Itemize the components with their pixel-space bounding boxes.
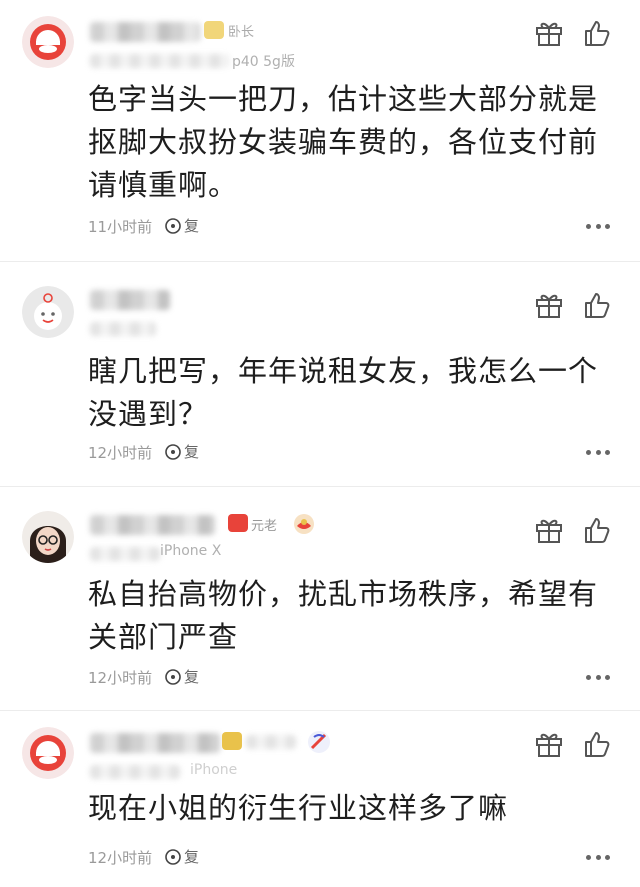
reply-icon: [165, 217, 181, 234]
username-blurred-tail: [246, 735, 296, 749]
comment-time: 12小时前: [88, 444, 153, 462]
reply-button[interactable]: 复: [164, 441, 199, 462]
user-badge: 卧长: [228, 25, 255, 40]
username-blurred: [90, 515, 215, 535]
gift-icon[interactable]: [534, 729, 564, 759]
device-blurred: [90, 547, 160, 561]
comment-text: 色字当头一把刀，估计这些大部分就是抠脚大叔扮女装骗车费的，各位支付前请慎重啊。: [88, 82, 599, 202]
like-icon[interactable]: [582, 515, 612, 545]
like-icon[interactable]: [582, 729, 612, 759]
like-icon[interactable]: [582, 18, 612, 48]
comment-item: 卧长 p40 5g版 色字当头一把刀，估计这些大部分就是抠脚大叔扮女装骗车费的，…: [0, 0, 640, 262]
comment-time: 11小时前: [88, 218, 153, 236]
avatar[interactable]: [22, 16, 74, 68]
reply-icon: [165, 848, 181, 865]
reply-icon: [165, 443, 181, 460]
reply-button[interactable]: 复: [164, 215, 199, 236]
badge-icon: [222, 732, 242, 750]
comment-time: 12小时前: [88, 849, 153, 867]
comment-item: 元老 iPhone X 私自抬高物价，扰乱市场秩序，希望有关部门严查 12小时前…: [0, 487, 640, 711]
more-icon[interactable]: [586, 674, 610, 680]
badge-icon: [204, 21, 224, 39]
device-blurred: [90, 765, 180, 779]
badge-icon: [228, 514, 248, 532]
comment-time: 12小时前: [88, 669, 153, 687]
rank-icon: [294, 514, 314, 534]
reply-button[interactable]: 复: [164, 666, 199, 687]
username-blurred: [90, 290, 170, 310]
device-label: iPhone X: [160, 543, 222, 559]
device-blurred: [90, 322, 156, 336]
device-label: iPhone: [190, 762, 238, 778]
reply-icon: [165, 668, 181, 685]
device-label: p40 5g版: [232, 54, 295, 70]
comment-item: iPhone 现在小姐的衍生行业这样多了嘛 12小时前 复: [0, 711, 640, 887]
reply-label: 复: [184, 443, 200, 461]
gift-icon[interactable]: [534, 18, 564, 48]
reply-label: 复: [184, 217, 200, 235]
comment-text: 瞎几把写，年年说租女友，我怎么一个没遇到？: [88, 354, 599, 431]
avatar[interactable]: [22, 727, 74, 779]
avatar[interactable]: [22, 511, 74, 563]
comment-text: 现在小姐的衍生行业这样多了嘛: [88, 791, 509, 825]
user-badge: 元老: [251, 519, 278, 534]
avatar[interactable]: [22, 286, 74, 338]
gift-icon[interactable]: [534, 290, 564, 320]
more-icon[interactable]: [586, 854, 610, 860]
comment-text: 私自抬高物价，扰乱市场秩序，希望有关部门严查: [88, 577, 599, 654]
device-blurred: [90, 54, 230, 68]
username-blurred: [90, 22, 200, 42]
reply-label: 复: [184, 668, 200, 686]
reply-label: 复: [184, 848, 200, 866]
username-blurred: [90, 733, 220, 753]
reply-button[interactable]: 复: [164, 846, 199, 867]
gift-icon[interactable]: [534, 515, 564, 545]
like-icon[interactable]: [582, 290, 612, 320]
more-icon[interactable]: [586, 449, 610, 455]
rank-icon: [308, 731, 330, 753]
comment-item: 瞎几把写，年年说租女友，我怎么一个没遇到？ 12小时前 复: [0, 262, 640, 487]
more-icon[interactable]: [586, 223, 610, 229]
